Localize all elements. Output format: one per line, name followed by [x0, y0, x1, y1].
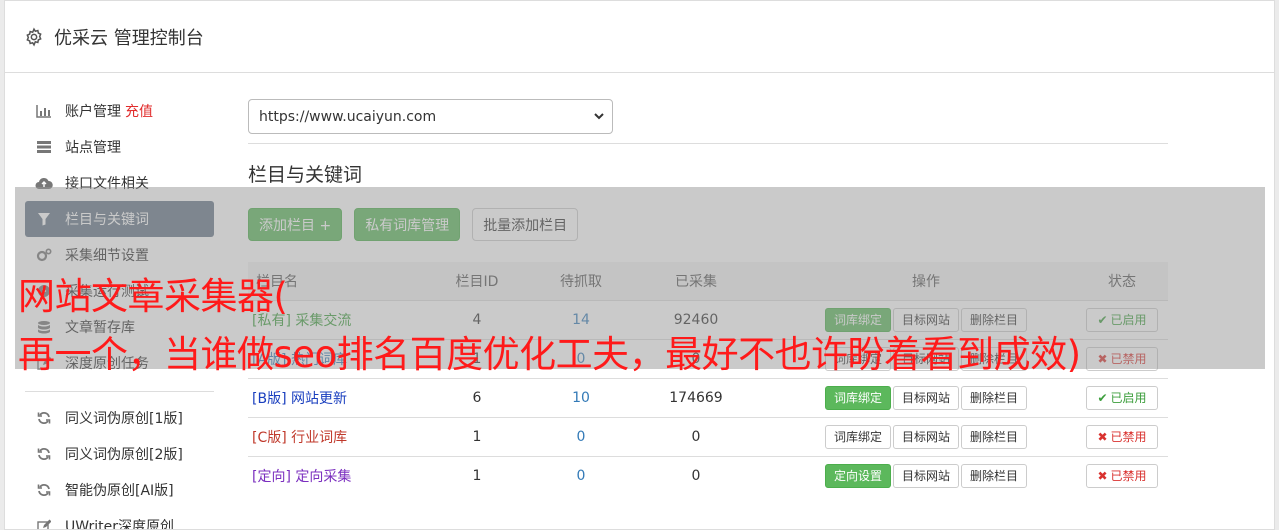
sidebar-item-label: UWriter深度原创: [65, 519, 174, 530]
server-icon: [35, 139, 53, 155]
column-name-cell[interactable]: [B版] 网站更新: [248, 377, 408, 417]
sidebar-item-sites[interactable]: 站点管理: [25, 129, 214, 165]
status-toggle[interactable]: ✔已启用: [1086, 385, 1158, 410]
lexicon-bind-button[interactable]: 词库绑定: [824, 424, 891, 449]
sidebar-item-synonym-1[interactable]: 同义词伪原创[1版]: [25, 400, 214, 436]
collected-count: 0: [616, 416, 776, 456]
section-title: 栏目与关键词: [248, 164, 363, 186]
page-title: 优采云 管理控制台: [54, 27, 204, 49]
ops-cell: 词库绑定目标网站删除栏目: [776, 416, 1076, 456]
column-name: 定向采集: [295, 468, 352, 485]
status-toggle[interactable]: ✖已禁用: [1086, 463, 1158, 488]
refresh-icon: [35, 446, 53, 462]
table-row: [B版] 网站更新 6 10 174669 词库绑定 目标网站 删除栏目 ✔ 已启用: [248, 377, 1168, 417]
refresh-icon: [35, 482, 53, 498]
column-id: 1: [408, 416, 546, 456]
bar-chart-icon: [35, 103, 53, 119]
sidebar-divider: [25, 391, 214, 392]
column-tag: [定向]: [252, 468, 291, 485]
watermark-line-2: 再一个，当谁做seo排名百度优化工夫，最好不也许盼着看到成效): [18, 333, 1081, 376]
column-id: 1: [408, 455, 546, 495]
ops-cell: 定向设置 目标网站 删除栏目: [776, 455, 1076, 495]
table-row: [定向] 定向采集 1 0 0 定向设置 目标网站 删除栏目 ✖ 已禁用: [248, 455, 1168, 495]
check-icon: ✔: [1097, 390, 1108, 405]
status-label: 已禁用: [1110, 430, 1147, 444]
chevron-down-icon: [594, 113, 604, 120]
panel-heading: 优采云 管理控制台: [5, 1, 1274, 73]
sidebar-item-account[interactable]: 账户管理 充值: [25, 93, 214, 129]
target-site-button[interactable]: 目标网站: [892, 463, 959, 488]
sidebar-item-label: 站点管理: [65, 140, 121, 156]
delete-column-button[interactable]: 删除栏目: [961, 424, 1028, 449]
ops-cell: 词库绑定目标网站删除栏目: [776, 377, 1076, 417]
pencil-icon: [35, 518, 53, 529]
sidebar-item-ai-rewrite[interactable]: 智能伪原创[AI版]: [25, 472, 214, 508]
status-cell: ✖已禁用: [1076, 455, 1168, 495]
column-tag: [B版]: [252, 390, 287, 407]
column-name-cell[interactable]: [C版] 行业词库: [248, 416, 408, 456]
pending-count[interactable]: 0: [546, 455, 616, 495]
status-label: 已启用: [1110, 391, 1147, 405]
refresh-icon: [35, 410, 53, 426]
status-label: 已禁用: [1110, 469, 1147, 484]
status-cell: ✖已禁用: [1076, 416, 1168, 456]
target-site-button[interactable]: 目标网站: [892, 424, 959, 449]
pending-count[interactable]: 0: [546, 416, 616, 456]
site-select[interactable]: https://www.ucaiyun.com: [248, 99, 613, 134]
lexicon-bind-button[interactable]: 词库绑定: [824, 385, 891, 410]
column-name: 网站更新: [290, 390, 347, 407]
column-tag: [C版]: [252, 429, 287, 446]
status-toggle[interactable]: ✖已禁用: [1086, 424, 1158, 449]
sidebar-item-synonym-2[interactable]: 同义词伪原创[2版]: [25, 436, 214, 472]
collected-count: 174669: [616, 377, 776, 417]
column-name: 行业词库: [291, 429, 348, 446]
sidebar-item-label: 同义词伪原创[1版]: [65, 411, 183, 427]
delete-column-button[interactable]: 删除栏目: [961, 463, 1028, 488]
divider: [248, 143, 1168, 144]
sidebar-item-label: 智能伪原创[AI版]: [65, 483, 174, 499]
sidebar-item-label: 账户管理: [65, 104, 121, 120]
gear-icon: [26, 26, 42, 47]
target-site-button[interactable]: 目标网站: [892, 385, 959, 410]
column-id: 6: [408, 377, 546, 417]
pending-count[interactable]: 10: [546, 377, 616, 417]
table-row: [C版] 行业词库 1 0 0 词库绑定 目标网站 删除栏目 ✖ 已禁用: [248, 416, 1168, 456]
watermark-line-1: 网站文章采集器(: [18, 275, 288, 318]
lexicon-bind-button[interactable]: 定向设置: [824, 463, 891, 488]
close-icon: ✖: [1097, 429, 1108, 444]
column-name-cell[interactable]: [定向] 定向采集: [248, 455, 408, 495]
sidebar-item-label: 同义词伪原创[2版]: [65, 447, 183, 463]
status-cell: ✔已启用: [1076, 377, 1168, 417]
collected-count: 0: [616, 455, 776, 495]
delete-column-button[interactable]: 删除栏目: [961, 385, 1028, 410]
sidebar-item-uwriter[interactable]: UWriter深度原创: [25, 508, 214, 530]
close-icon: ✖: [1097, 468, 1108, 483]
site-select-value: https://www.ucaiyun.com: [259, 108, 437, 125]
recharge-link[interactable]: 充值: [125, 101, 153, 121]
